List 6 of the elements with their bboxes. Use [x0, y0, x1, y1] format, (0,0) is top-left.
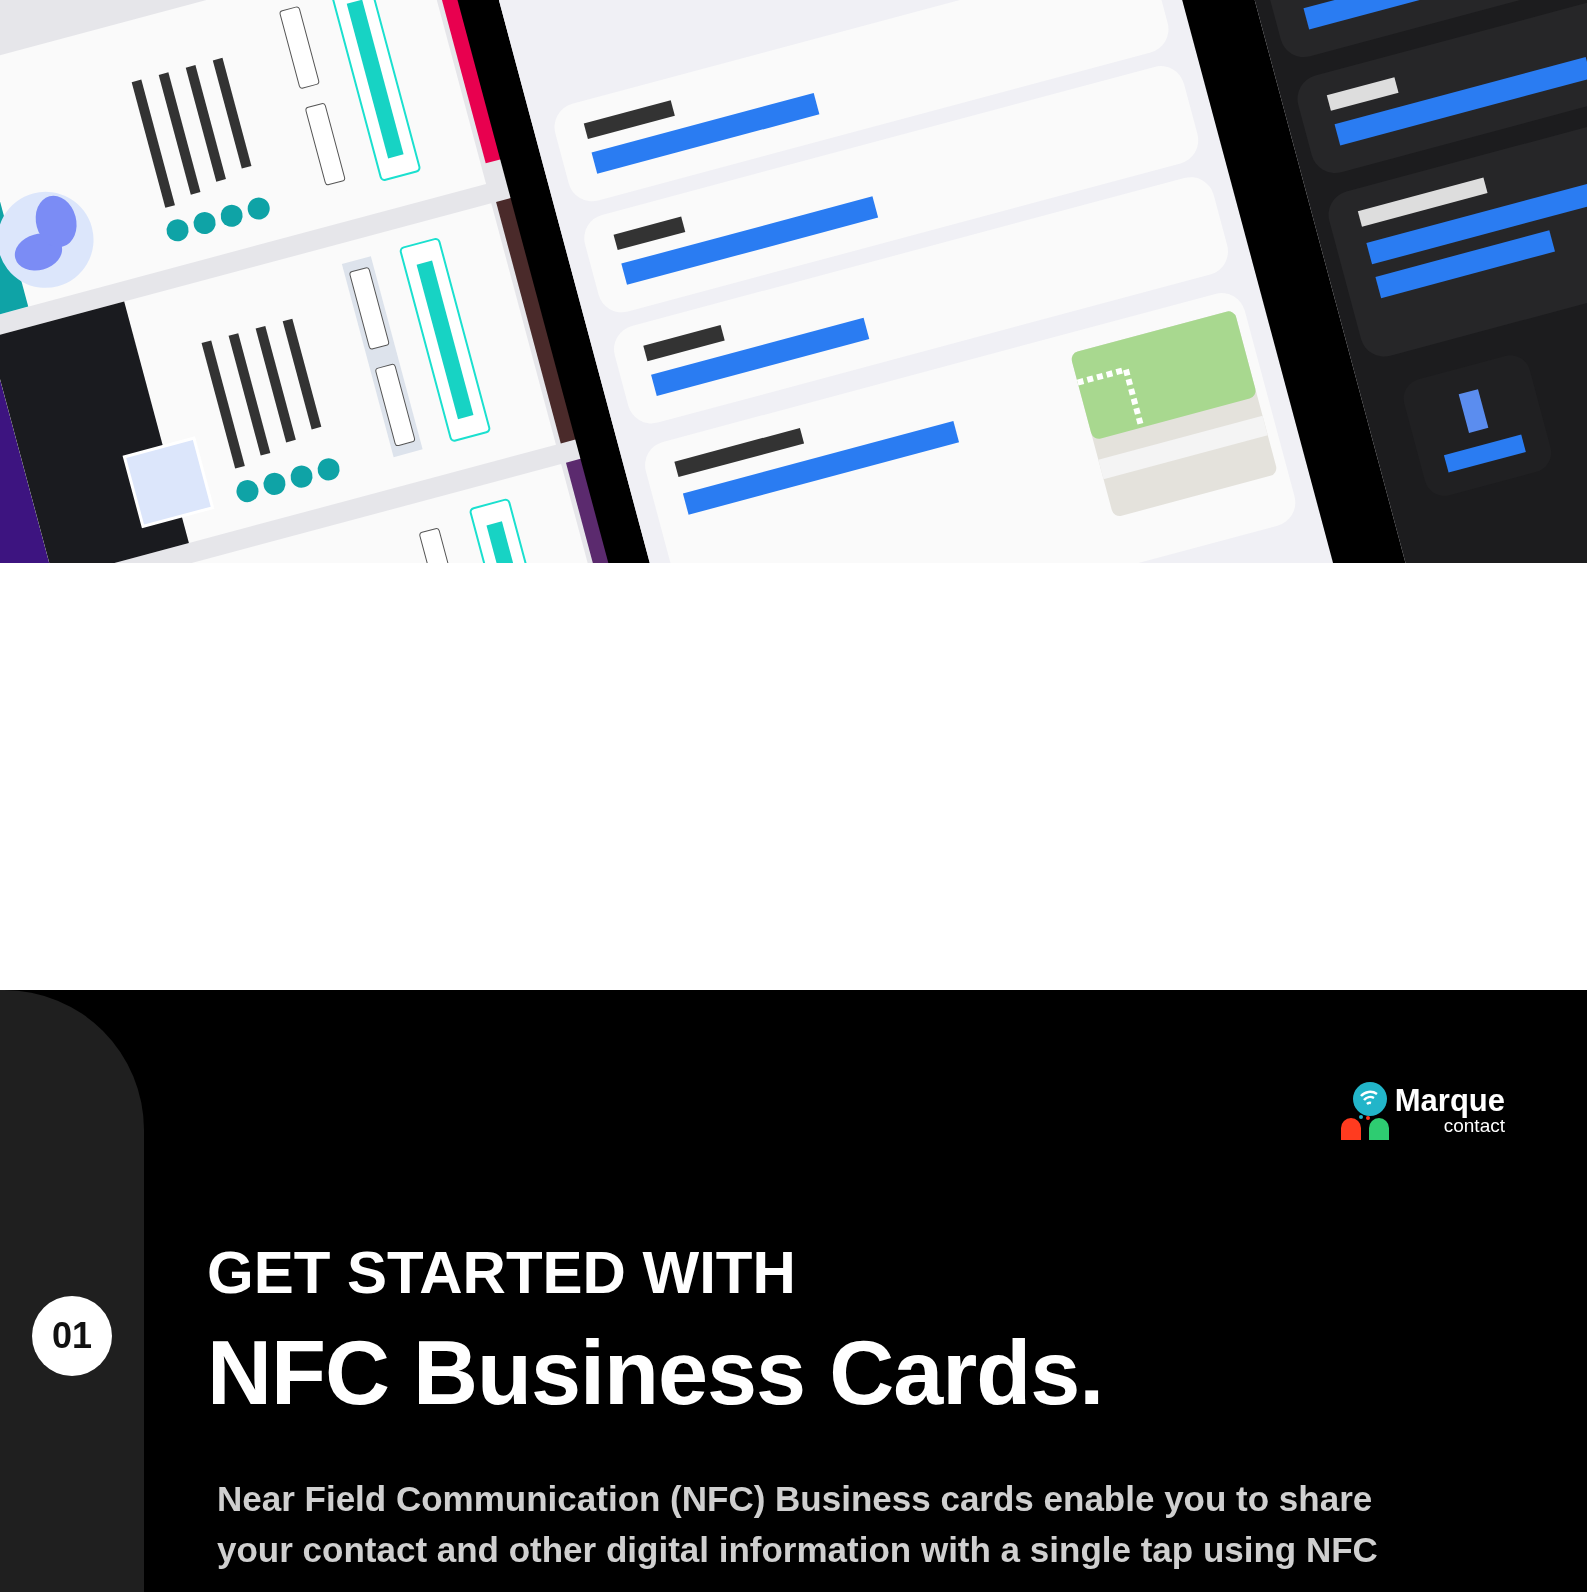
- section-description: Near Field Communication (NFC) Business cards enable you to share your contact and other digital information with a single tap using NFC: [217, 1478, 1379, 1571]
- logo-icon: [1340, 1082, 1391, 1140]
- step-number: 01: [32, 1296, 112, 1376]
- section-heading: GET STARTED WITH: [207, 1240, 797, 1306]
- logo-name: Marque: [1394, 1085, 1505, 1117]
- section-title: NFC Business Cards.: [207, 1324, 1105, 1423]
